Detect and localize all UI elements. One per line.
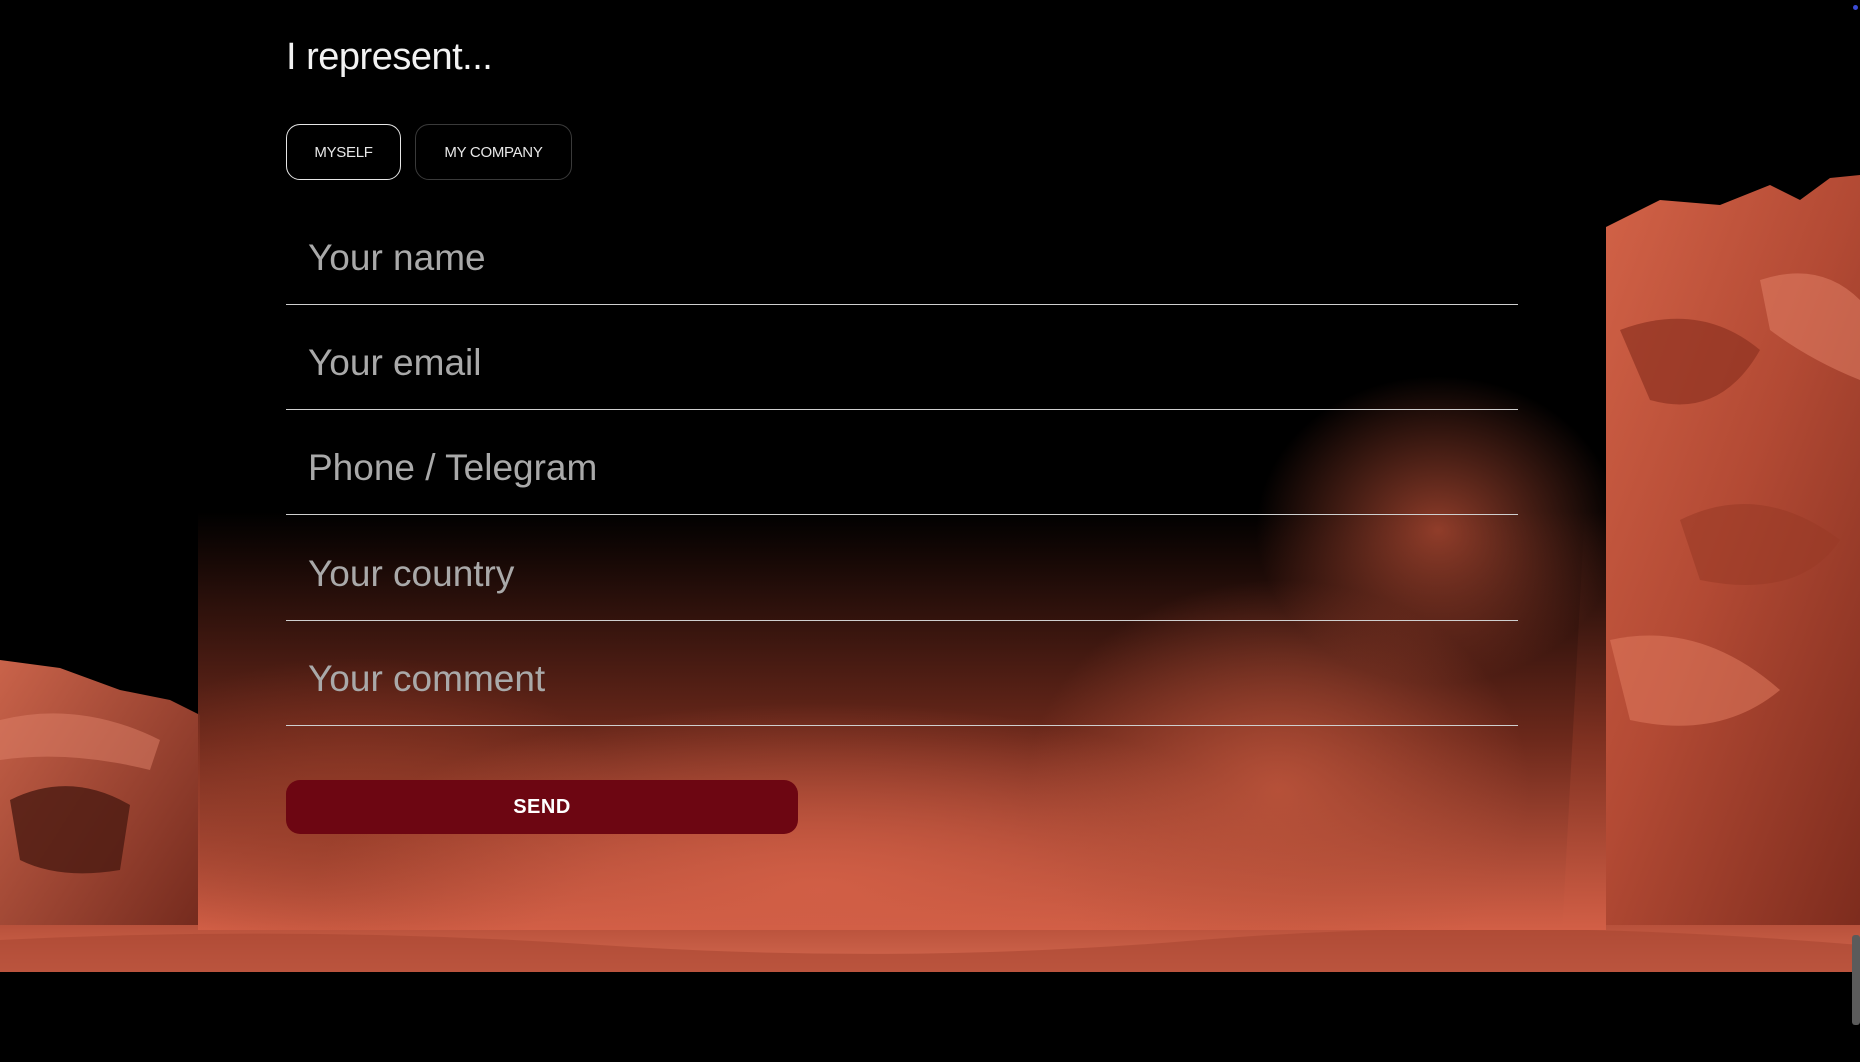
scrollbar-thumb[interactable] [1852, 935, 1860, 1025]
send-button[interactable]: SEND [286, 780, 798, 834]
phone-field-group [286, 419, 1518, 515]
email-input[interactable] [306, 332, 1490, 394]
option-myself-button[interactable]: MYSELF [286, 124, 401, 180]
comment-field-group [286, 630, 1518, 726]
indicator-dot-icon [1853, 5, 1858, 10]
email-field-group [286, 314, 1518, 410]
name-field-group [286, 209, 1518, 305]
contact-section: I represent... MYSELF MY COMPANY SEND [0, 0, 1860, 1062]
comment-input[interactable] [306, 648, 1490, 710]
option-my-company-button[interactable]: MY COMPANY [415, 124, 572, 180]
form-heading: I represent... [286, 36, 493, 78]
country-field-group [286, 525, 1518, 621]
page-footer-band [0, 972, 1860, 1062]
name-input[interactable] [306, 227, 1490, 289]
country-input[interactable] [306, 543, 1490, 605]
phone-telegram-input[interactable] [306, 437, 1490, 499]
